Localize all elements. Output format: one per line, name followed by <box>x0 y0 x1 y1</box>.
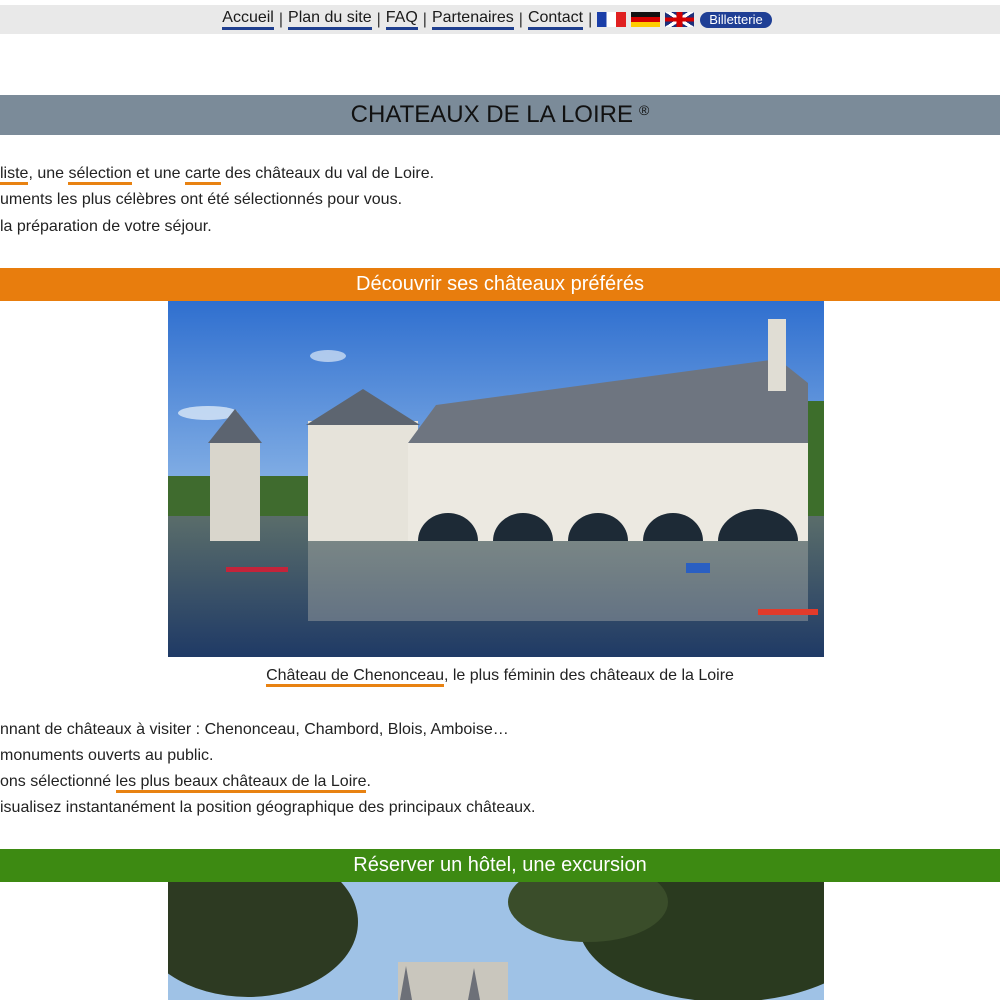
nav-separator: | <box>518 10 523 28</box>
selection-link[interactable]: sélection <box>68 165 132 185</box>
nav-plan-du-site[interactable]: Plan du site <box>288 9 372 30</box>
best-castles-link[interactable]: les plus beaux châteaux de la Loire <box>115 773 367 793</box>
nav-separator: | <box>422 10 427 28</box>
german-flag-icon[interactable] <box>631 12 661 27</box>
french-flag-icon[interactable] <box>597 12 627 27</box>
chenonceau-photo <box>168 301 824 657</box>
intro-line-1: liste, une sélection et une carte des ch… <box>0 161 434 188</box>
nav-separator: | <box>278 10 284 28</box>
nav-faq[interactable]: FAQ <box>385 9 418 30</box>
intro-line-2: uments les plus célèbres ont été sélecti… <box>0 191 403 208</box>
chenonceau-illustration <box>168 301 824 657</box>
liste-link[interactable]: liste <box>0 165 29 185</box>
intro-line-3: la préparation de votre séjour. <box>0 218 212 235</box>
page-title-bar: CHATEAUX DE LA LOIRE ® <box>0 95 1000 135</box>
carte-link[interactable]: carte <box>185 165 221 185</box>
section-title: Réserver un hôtel, une excursion <box>353 854 647 876</box>
body-line-1: nnant de châteaux à visiter : Chenonceau… <box>0 721 509 738</box>
nav-separator: | <box>588 10 593 28</box>
body-text: ons sélectionné <box>0 773 116 790</box>
body-line-2: monuments ouverts au public. <box>0 747 214 764</box>
section-header-discover: Découvrir ses châteaux préférés <box>0 268 1000 301</box>
nav-contact[interactable]: Contact <box>527 9 584 30</box>
intro-text: des châteaux du val de Loire. <box>220 165 435 182</box>
billetterie-button[interactable]: Billetterie <box>700 11 772 28</box>
nav-partenaires[interactable]: Partenaires <box>431 9 514 30</box>
nav-accueil[interactable]: Accueil <box>222 9 274 30</box>
body-line-4: isualisez instantanément la position géo… <box>0 799 536 816</box>
top-navigation: Accueil | Plan du site | FAQ | Partenair… <box>0 5 1000 34</box>
nav-separator: | <box>376 10 381 28</box>
section-header-book: Réserver un hôtel, une excursion <box>0 849 1000 882</box>
page-title: CHATEAUX DE LA LOIRE <box>350 101 633 128</box>
caption-text: , le plus féminin des châteaux de la Loi… <box>443 667 734 684</box>
registered-mark: ® <box>638 102 650 118</box>
chenonceau-link[interactable]: Château de Chenonceau <box>266 667 444 687</box>
english-flag-icon[interactable] <box>665 12 695 27</box>
park-illustration <box>168 882 824 1000</box>
intro-text: et une <box>131 165 186 182</box>
intro-text: , une <box>28 165 69 182</box>
section-title: Découvrir ses châteaux préférés <box>356 273 644 295</box>
second-photo <box>168 882 824 1000</box>
photo-caption: Château de Chenonceau, le plus féminin d… <box>0 667 1000 687</box>
body-text: . <box>366 773 371 790</box>
body-line-3: ons sélectionné les plus beaux châteaux … <box>0 769 371 796</box>
